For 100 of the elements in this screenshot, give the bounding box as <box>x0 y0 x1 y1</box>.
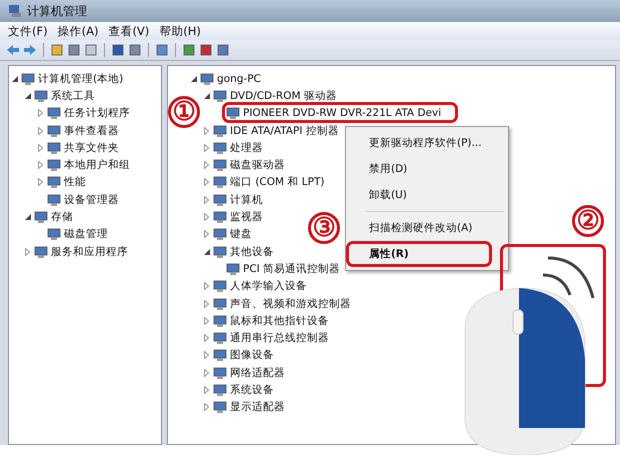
tree-item[interactable]: 服务和应用程序 <box>51 244 128 259</box>
toolbar-icon[interactable] <box>67 43 81 57</box>
tree-item[interactable]: 其他设备 <box>230 244 274 259</box>
expand-icon[interactable] <box>204 230 209 238</box>
menu-item[interactable]: 卸载(U) <box>346 182 492 208</box>
expand-icon[interactable] <box>204 386 209 394</box>
device-icon <box>200 72 214 86</box>
collapse-icon[interactable] <box>24 214 30 220</box>
tree-item[interactable]: 键盘 <box>230 227 252 242</box>
menu-item[interactable]: 查看(V) <box>108 24 150 38</box>
toolbar-icon[interactable] <box>199 43 213 57</box>
device-icon <box>47 124 61 138</box>
tree-item[interactable]: 处理器 <box>230 140 263 155</box>
device-icon <box>47 227 61 242</box>
menu-item[interactable]: 扫描检测硬件改动(A) <box>346 215 492 241</box>
expand-icon[interactable] <box>204 316 209 325</box>
device-icon <box>213 124 227 138</box>
device-icon <box>213 366 227 380</box>
tree-item[interactable]: gong-PC <box>217 72 261 85</box>
expand-icon[interactable] <box>38 126 43 135</box>
device-icon <box>213 88 227 103</box>
tree-item[interactable]: 共享文件夹 <box>64 140 119 155</box>
tree-item[interactable]: 磁盘驱动器 <box>230 158 285 172</box>
device-icon <box>213 279 227 294</box>
device-icon <box>213 314 227 328</box>
menu-item[interactable]: 文件(F) <box>8 24 48 38</box>
device-icon <box>34 88 48 103</box>
expand-icon[interactable] <box>38 178 43 186</box>
collapse-icon[interactable] <box>190 76 196 82</box>
toolbar-icon[interactable] <box>128 43 142 57</box>
device-icon <box>213 400 227 414</box>
tree-item[interactable]: 鼠标和其他指针设备 <box>230 314 329 328</box>
expand-icon[interactable] <box>38 109 43 118</box>
expand-icon[interactable] <box>204 178 209 186</box>
device-icon <box>213 140 227 155</box>
menu-item[interactable]: 帮助(H) <box>159 24 201 38</box>
tree-item[interactable]: PCI 简易通讯控制器 <box>243 262 340 276</box>
toolbar-icon[interactable] <box>182 43 196 57</box>
tree-item[interactable]: 性能 <box>64 175 86 190</box>
tree-item[interactable]: 事件查看器 <box>64 124 119 138</box>
expand-icon[interactable] <box>204 403 209 412</box>
menu-item[interactable]: 禁用(D) <box>346 156 492 182</box>
computer-icon <box>8 4 22 18</box>
tree-item[interactable]: 设备管理器 <box>64 192 119 207</box>
expand-icon[interactable] <box>204 282 209 290</box>
toolbar-icon[interactable] <box>50 43 64 57</box>
device-icon <box>47 192 61 207</box>
device-icon <box>47 140 61 155</box>
tree-item[interactable]: 网络适配器 <box>230 366 285 380</box>
tree-item[interactable]: 显示适配器 <box>230 400 285 414</box>
toolbar-icon[interactable] <box>84 43 98 57</box>
toolbar-icon[interactable] <box>23 43 37 57</box>
expand-icon[interactable] <box>204 213 209 222</box>
expand-icon[interactable] <box>38 144 43 152</box>
collapse-icon[interactable] <box>204 248 210 255</box>
collapse-icon[interactable] <box>12 76 18 82</box>
expand-icon[interactable] <box>204 161 209 170</box>
device-icon <box>47 158 61 172</box>
window-title: 计算机管理 <box>27 2 87 20</box>
tree-item[interactable]: IDE ATA/ATAPI 控制器 <box>230 124 339 138</box>
expand-icon[interactable] <box>204 334 209 342</box>
collapse-icon[interactable] <box>24 92 30 99</box>
menu-item[interactable]: 操作(A) <box>58 24 98 38</box>
collapse-icon[interactable] <box>204 92 210 99</box>
device-icon <box>226 106 240 120</box>
device-icon <box>213 331 227 346</box>
tree-item[interactable]: 系统设备 <box>230 382 274 397</box>
tree-item[interactable]: DVD/CD-ROM 驱动器 <box>230 88 337 103</box>
device-icon <box>213 210 227 224</box>
device-icon <box>34 244 48 259</box>
tree-item[interactable]: 系统工具 <box>51 88 95 103</box>
tree-item[interactable]: 图像设备 <box>230 348 274 362</box>
tree-item[interactable]: 通用串行总线控制器 <box>230 331 329 346</box>
tree-item[interactable]: 计算机管理(本地) <box>38 72 124 86</box>
tree-item[interactable]: 本地用户和组 <box>64 158 130 172</box>
tree-item[interactable]: 监视器 <box>230 210 263 224</box>
tree-item[interactable]: 端口 (COM 和 LPT) <box>230 175 324 190</box>
device-icon <box>213 227 227 242</box>
toolbar-icon[interactable] <box>111 43 125 57</box>
tree-item[interactable]: 磁盘管理 <box>64 227 108 242</box>
device-icon <box>213 192 227 207</box>
expand-icon[interactable] <box>204 351 209 360</box>
expand-icon[interactable] <box>25 248 30 256</box>
menu-item[interactable]: 更新驱动程序软件(P)... <box>346 130 492 156</box>
device-icon <box>21 72 35 86</box>
expand-icon[interactable] <box>204 368 209 377</box>
expand-icon[interactable] <box>204 196 209 204</box>
expand-icon[interactable] <box>204 144 209 152</box>
toolbar-icon[interactable] <box>6 43 20 57</box>
tree-item[interactable]: 人体学输入设备 <box>230 279 307 294</box>
toolbar-icon[interactable] <box>155 43 169 57</box>
expand-icon[interactable] <box>204 300 209 308</box>
expand-icon[interactable] <box>38 161 43 170</box>
tree-item[interactable]: 声音、视频和游戏控制器 <box>230 296 351 310</box>
toolbar-icon[interactable] <box>216 43 230 57</box>
expand-icon[interactable] <box>204 126 209 135</box>
tree-item[interactable]: 存储 <box>51 210 73 224</box>
tree-item[interactable]: 计算机 <box>230 192 263 207</box>
tree-item[interactable]: 任务计划程序 <box>64 106 130 120</box>
tree-item[interactable]: PIONEER DVD-RW DVR-221L ATA Devi <box>243 107 442 120</box>
